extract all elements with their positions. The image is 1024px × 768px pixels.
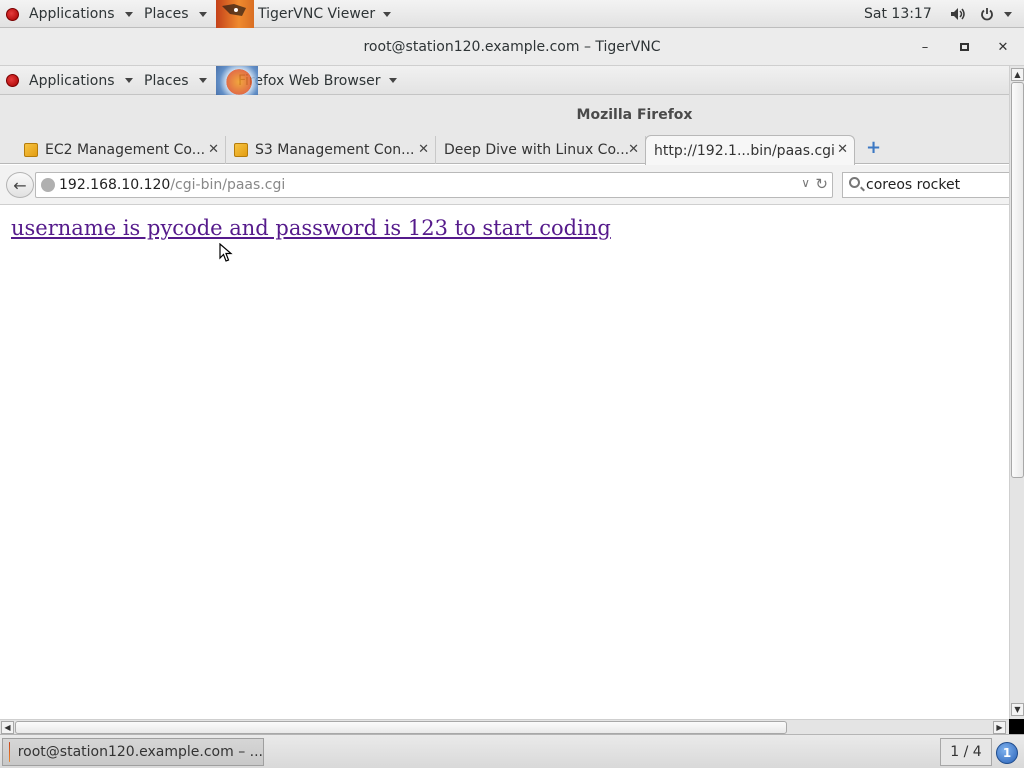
reload-icon[interactable]: ↻ <box>815 175 828 193</box>
url-text[interactable]: 192.168.10.120/cgi-bin/paas.cgi <box>59 177 285 193</box>
tab-ec2-management[interactable]: EC2 Management Co... ✕ <box>16 136 226 164</box>
url-bar[interactable]: 192.168.10.120/cgi-bin/paas.cgi ∨ ↻ <box>35 172 833 198</box>
tab-label: Deep Dive with Linux Co... <box>444 142 630 158</box>
new-tab-button[interactable]: + <box>866 139 881 157</box>
tab-paas-cgi[interactable]: http://192.1...bin/paas.cgi ✕ <box>645 135 855 165</box>
close-button[interactable]: ✕ <box>994 38 1012 56</box>
tab-close-icon[interactable]: ✕ <box>628 142 639 157</box>
scroll-down-icon[interactable]: ▼ <box>1011 703 1024 716</box>
horizontal-scroll-thumb[interactable] <box>15 721 787 734</box>
notification-count: 1 <box>1002 746 1012 760</box>
firefox-icon <box>216 66 258 95</box>
inner-applications-menu[interactable]: Applications <box>6 66 133 95</box>
chevron-down-icon <box>198 11 207 17</box>
horizontal-scrollbar[interactable]: ◀ ▶ <box>0 719 1009 734</box>
minimize-button[interactable]: – <box>916 38 934 56</box>
tigervnc-app-menu[interactable]: TigerVNC Viewer <box>216 0 392 28</box>
tab-strip: EC2 Management Co... ✕ S3 Management Con… <box>0 134 1009 165</box>
clock[interactable]: Sat 13:17 <box>864 0 932 28</box>
places-menu[interactable]: Places <box>144 0 207 28</box>
chevron-down-icon <box>1004 11 1012 17</box>
inner-applications-label: Applications <box>29 72 115 89</box>
search-input-value[interactable]: coreos rocket <box>866 177 960 193</box>
tab-label: EC2 Management Co... <box>45 142 206 158</box>
firefox-app-menu[interactable]: Firefox Web Browser <box>216 66 397 95</box>
firefox-window-title: Mozilla Firefox <box>576 107 693 123</box>
url-host: 192.168.10.120 <box>59 177 171 193</box>
tab-close-icon[interactable]: ✕ <box>208 142 219 157</box>
redhat-icon <box>6 74 19 87</box>
url-history-dropdown-icon[interactable]: ∨ <box>801 176 810 190</box>
tab-deep-dive-linux[interactable]: Deep Dive with Linux Co... ✕ <box>436 136 646 164</box>
mouse-cursor-icon <box>219 243 233 262</box>
applications-label: Applications <box>29 6 115 22</box>
applications-menu[interactable]: Applications <box>6 0 133 28</box>
inner-places-menu[interactable]: Places <box>144 66 207 95</box>
scroll-right-icon[interactable]: ▶ <box>993 721 1006 734</box>
scrollbar-corner <box>1009 719 1024 734</box>
search-bar[interactable]: coreos rocket <box>842 172 1009 198</box>
notification-icon[interactable]: 1 <box>996 742 1018 764</box>
inner-places-label: Places <box>144 72 189 89</box>
tigervnc-app-label: TigerVNC Viewer <box>258 6 376 22</box>
scroll-left-icon[interactable]: ◀ <box>1 721 14 734</box>
back-button[interactable]: ← <box>6 172 34 198</box>
scroll-up-icon[interactable]: ▲ <box>1011 68 1024 81</box>
aws-box-icon <box>234 143 248 157</box>
tab-label: S3 Management Con... <box>255 142 415 158</box>
tigervnc-icon <box>9 742 10 762</box>
tab-close-icon[interactable]: ✕ <box>418 142 429 157</box>
navigation-toolbar: ← 192.168.10.120/cgi-bin/paas.cgi ∨ ↻ co… <box>0 165 1009 205</box>
places-label: Places <box>144 6 189 22</box>
vertical-scrollbar[interactable]: ▲ ▼ <box>1009 66 1024 719</box>
bottom-panel: root@station120.example.com – ... 1 / 4 … <box>0 734 1024 768</box>
clock-label: Sat 13:17 <box>864 6 932 22</box>
maximize-button[interactable] <box>955 38 973 56</box>
tab-s3-management[interactable]: S3 Management Con... ✕ <box>226 136 436 164</box>
inner-top-bar: Applications Places Firefox Web Browser <box>0 66 1009 95</box>
page-content: username is pycode and password is 123 t… <box>0 206 1009 718</box>
search-icon <box>849 177 860 188</box>
outer-top-bar: Applications Places TigerVNC Viewer Sat … <box>0 0 1024 28</box>
redhat-icon <box>6 7 19 21</box>
tigervnc-icon <box>216 0 254 28</box>
tab-label: http://192.1...bin/paas.cgi <box>654 142 835 159</box>
firefox-titlebar[interactable]: Mozilla Firefox <box>0 95 1009 134</box>
vnc-window-title: root@station120.example.com – TigerVNC <box>363 39 661 55</box>
chevron-down-icon <box>198 78 207 83</box>
back-arrow-icon: ← <box>13 175 27 195</box>
credentials-link[interactable]: username is pycode and password is 123 t… <box>11 216 611 240</box>
aws-box-icon <box>24 143 38 157</box>
workspace-switcher[interactable]: 1 / 4 <box>940 738 992 766</box>
workspace-label: 1 / 4 <box>950 744 982 760</box>
system-menu[interactable] <box>950 0 1012 28</box>
chevron-down-icon <box>388 78 397 83</box>
taskbar-window-label: root@station120.example.com – ... <box>17 744 263 760</box>
taskbar-window-button[interactable]: root@station120.example.com – ... <box>2 738 264 766</box>
firefox-app-label: Firefox Web Browser <box>238 72 381 89</box>
url-path: /cgi-bin/paas.cgi <box>170 177 286 193</box>
chevron-down-icon <box>124 78 133 83</box>
vnc-window-titlebar[interactable]: root@station120.example.com – TigerVNC –… <box>0 28 1024 66</box>
site-identity-icon[interactable] <box>41 178 55 192</box>
power-icon <box>981 8 993 21</box>
chevron-down-icon <box>124 11 133 17</box>
maximize-icon <box>959 43 969 51</box>
chevron-down-icon <box>383 11 392 17</box>
vertical-scroll-thumb[interactable] <box>1011 82 1024 478</box>
volume-icon <box>951 8 965 20</box>
tab-close-icon[interactable]: ✕ <box>837 142 848 157</box>
